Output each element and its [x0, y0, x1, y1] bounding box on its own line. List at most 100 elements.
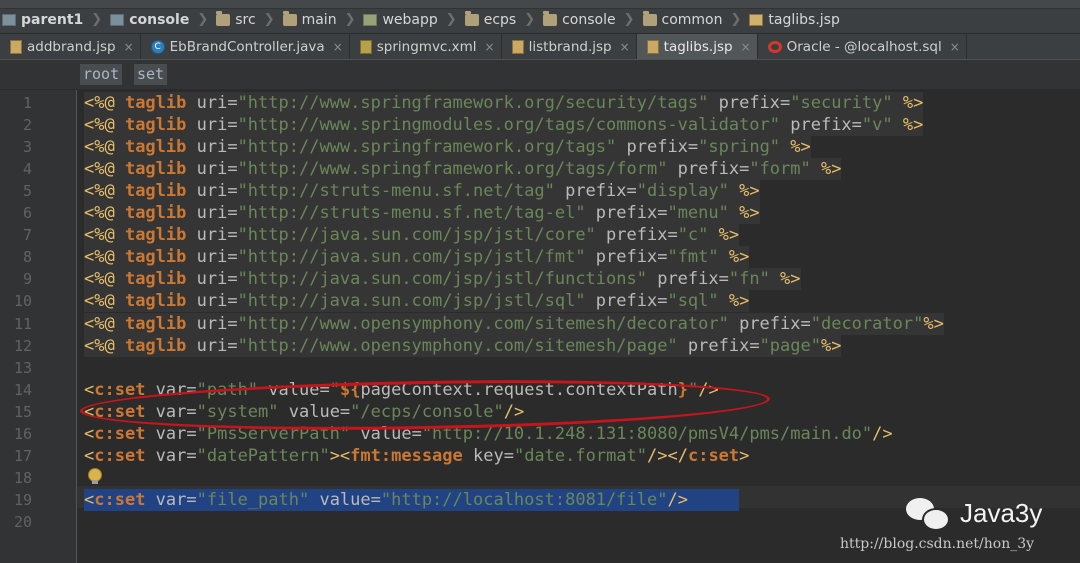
code-token: <%@ [84, 181, 125, 202]
code-token: "fmt" [667, 247, 719, 268]
code-text: <%@ taglib uri="http://www.opensymphony.… [84, 334, 842, 357]
code-token: uri= [186, 225, 238, 246]
jsp-file-icon [10, 39, 22, 54]
chevron-right-icon: ❯ [344, 12, 356, 27]
line-number: 9 [22, 270, 32, 289]
module-icon [110, 13, 125, 26]
code-line: 1 <%@ taglib uri="http://www.springframew… [0, 92, 1080, 114]
code-line: 2 <%@ taglib uri="http://www.springmodule… [0, 114, 1080, 137]
code-token: "v" [861, 115, 893, 136]
code-token: <%@ [84, 115, 125, 136]
line-number: 20 [13, 512, 32, 531]
tag-path-root[interactable]: root [80, 64, 123, 85]
close-icon[interactable]: × [485, 40, 495, 54]
code-token: "display" [636, 181, 729, 202]
breadcrumb-main[interactable]: main ❯ [282, 10, 356, 28]
code-token: %> [728, 181, 760, 202]
watermark-url: http://blog.csdn.net/hon_3y [840, 536, 1035, 552]
code-line: 3 <%@ taglib uri="http://www.springframew… [0, 136, 1080, 159]
code-line: 5 <%@ taglib uri="http://struts-menu.sf.n… [0, 180, 1080, 203]
code-token: "http://java.sun.com/jsp/jstl/core" [237, 225, 596, 246]
code-token: /> [667, 489, 688, 510]
code-token: c:set [94, 423, 146, 444]
close-icon[interactable]: × [950, 40, 960, 54]
code-token: "http://www.springframework.org/tags/for… [237, 159, 668, 180]
chevron-right-icon: ❯ [730, 12, 742, 27]
tab-springmvc-xml[interactable]: springmvc.xml × [350, 34, 502, 59]
line-number: 14 [13, 380, 32, 399]
code-token: "spring" [698, 137, 781, 158]
code-token: <%@ [84, 159, 125, 180]
code-token: "http://www.springframework.org/security… [237, 93, 709, 113]
code-line: 13 [0, 357, 1080, 379]
toolbar-strip [0, 0, 1080, 9]
line-number: 18 [13, 468, 32, 487]
close-icon[interactable]: × [741, 40, 751, 54]
breadcrumb-console[interactable]: console ❯ [543, 10, 635, 28]
code-token: <%@ [84, 313, 125, 334]
code-token: <%@ [84, 203, 125, 224]
breadcrumb-label: common [661, 11, 723, 28]
code-token: "http://www.opensymphony.com/sitemesh/de… [237, 313, 729, 334]
tag-path-set[interactable]: set [134, 64, 168, 85]
code-token: %> [780, 137, 811, 158]
breadcrumb-label: console [129, 11, 190, 28]
tab-label: taglibs.jsp [663, 38, 733, 55]
breadcrumb-parent1[interactable]: parent1 ❯ [2, 12, 102, 28]
code-token: uri= [186, 93, 238, 113]
code-token: < [84, 423, 95, 444]
breadcrumb-src[interactable]: src ❯ [216, 10, 275, 28]
line-number: 17 [13, 446, 32, 465]
code-token: uri= [186, 181, 238, 202]
code-token: taglib [124, 115, 187, 136]
close-icon[interactable]: × [124, 40, 134, 54]
code-token: <%@ [84, 137, 125, 158]
code-token: "fn" [728, 269, 770, 290]
line-number: 16 [13, 424, 32, 443]
code-token: "menu" [667, 203, 729, 224]
code-token: prefix= [667, 159, 750, 180]
code-line: 12 <%@ taglib uri="http://www.opensymphon… [0, 334, 1080, 357]
folder-icon [543, 10, 558, 26]
folder-icon [216, 10, 231, 26]
code-token: c:set [94, 489, 146, 510]
tab-ebbrandcontroller-java[interactable]: C EbBrandController.java × [141, 34, 350, 59]
code-token: prefix= [585, 291, 668, 312]
line-number: 6 [22, 204, 32, 223]
code-token: "http://struts-menu.sf.net/tag-el" [237, 203, 586, 224]
code-text: <%@ taglib uri="http://java.sun.com/jsp/… [84, 268, 801, 291]
close-icon[interactable]: × [333, 40, 343, 54]
breadcrumb-console[interactable]: console ❯ [110, 12, 208, 28]
close-icon[interactable]: × [620, 40, 630, 54]
oracle-sql-icon [767, 40, 782, 53]
line-number: 11 [13, 314, 32, 333]
jsp-file-icon [511, 39, 524, 54]
code-token: taglib [124, 203, 187, 224]
code-token: prefix= [595, 225, 678, 246]
tab-addbrand-jsp[interactable]: addbrand.jsp × [0, 34, 141, 59]
code-token: c:set [687, 445, 740, 466]
breadcrumb-webapp[interactable]: webapp ❯ [363, 12, 457, 28]
tab-taglibs-jsp[interactable]: taglibs.jsp × [636, 34, 758, 59]
folder-icon [464, 10, 479, 26]
code-token: %> [892, 115, 924, 136]
code-token: %> [820, 335, 842, 356]
code-token: taglib [124, 93, 187, 113]
code-editor[interactable]: 1 <%@ taglib uri="http://www.springframew… [0, 90, 1080, 563]
chevron-right-icon: ❯ [197, 12, 209, 27]
breadcrumb-common[interactable]: common ❯ [642, 10, 742, 28]
breadcrumb-taglibs-jsp[interactable]: taglibs.jsp [749, 12, 840, 28]
code-token: taglib [124, 137, 187, 158]
line-number: 8 [22, 248, 32, 267]
breadcrumb-ecps[interactable]: ecps ❯ [464, 10, 535, 28]
code-token: > [739, 445, 750, 466]
line-number: 1 [22, 94, 32, 112]
tab-oracle-localhost-sql[interactable]: Oracle - @localhost.sql × [758, 34, 967, 59]
code-text: <%@ taglib uri="http://www.springframewo… [84, 92, 924, 114]
xml-file-icon [359, 39, 372, 54]
code-token: "decorator" [810, 313, 924, 334]
folder-icon [282, 10, 297, 26]
tab-listbrand-jsp[interactable]: listbrand.jsp × [502, 34, 637, 59]
tab-label: springmvc.xml [376, 38, 477, 55]
code-token: prefix= [677, 335, 760, 356]
